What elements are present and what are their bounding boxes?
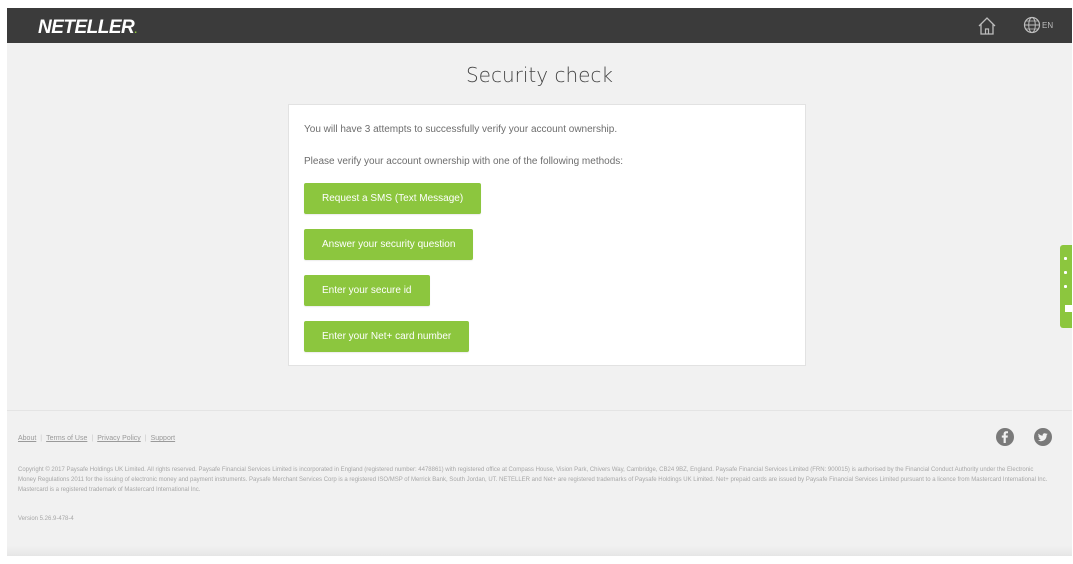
footer-link-terms[interactable]: Terms of Use bbox=[46, 435, 87, 442]
secure-id-button[interactable]: Enter your secure id bbox=[304, 275, 430, 306]
page: NETELLER. EN Security check You will hav… bbox=[7, 8, 1072, 556]
footer-link-about[interactable]: About bbox=[18, 435, 36, 442]
link-separator: | bbox=[144, 435, 147, 442]
net-plus-card-button[interactable]: Enter your Net+ card number bbox=[304, 321, 470, 352]
logo-dot: . bbox=[134, 25, 137, 36]
top-bar: NETELLER. EN bbox=[7, 8, 1072, 43]
footer-link-privacy[interactable]: Privacy Policy bbox=[97, 435, 141, 442]
home-icon[interactable] bbox=[977, 16, 997, 36]
footer-divider bbox=[7, 410, 1072, 411]
version-text: Version 5.26.9-478-4 bbox=[18, 516, 74, 522]
page-title: Security check bbox=[465, 63, 614, 87]
feedback-tab-mark bbox=[1064, 285, 1067, 288]
security-check-card: You will have 3 attempts to successfully… bbox=[288, 104, 806, 366]
language-selector[interactable]: EN bbox=[1042, 21, 1053, 30]
footer-links: About | Terms of Use | Privacy Policy | Suppor… bbox=[18, 435, 175, 442]
copyright-text: Copyright © 2017 Paysafe Holdings UK Lim… bbox=[18, 467, 1048, 493]
security-question-button[interactable]: Answer your security question bbox=[304, 229, 474, 260]
neteller-logo[interactable]: NETELLER. bbox=[38, 17, 137, 39]
feedback-tab[interactable] bbox=[1060, 245, 1072, 328]
feedback-icon bbox=[1065, 305, 1072, 312]
bottom-shadow bbox=[7, 546, 1072, 556]
facebook-icon[interactable] bbox=[996, 428, 1014, 446]
feedback-tab-mark bbox=[1064, 257, 1067, 260]
twitter-icon[interactable] bbox=[1034, 428, 1052, 446]
feedback-tab-mark bbox=[1064, 271, 1067, 274]
footer-link-support[interactable]: Support bbox=[151, 435, 176, 442]
globe-icon[interactable] bbox=[1023, 16, 1041, 34]
attempts-text: You will have 3 attempts to successfully… bbox=[304, 124, 618, 135]
link-separator: | bbox=[40, 435, 43, 442]
instruction-text: Please verify your account ownership wit… bbox=[304, 156, 624, 167]
request-sms-button[interactable]: Request a SMS (Text Message) bbox=[304, 183, 482, 214]
link-separator: | bbox=[91, 435, 94, 442]
logo-text: NETELLER bbox=[38, 17, 135, 38]
